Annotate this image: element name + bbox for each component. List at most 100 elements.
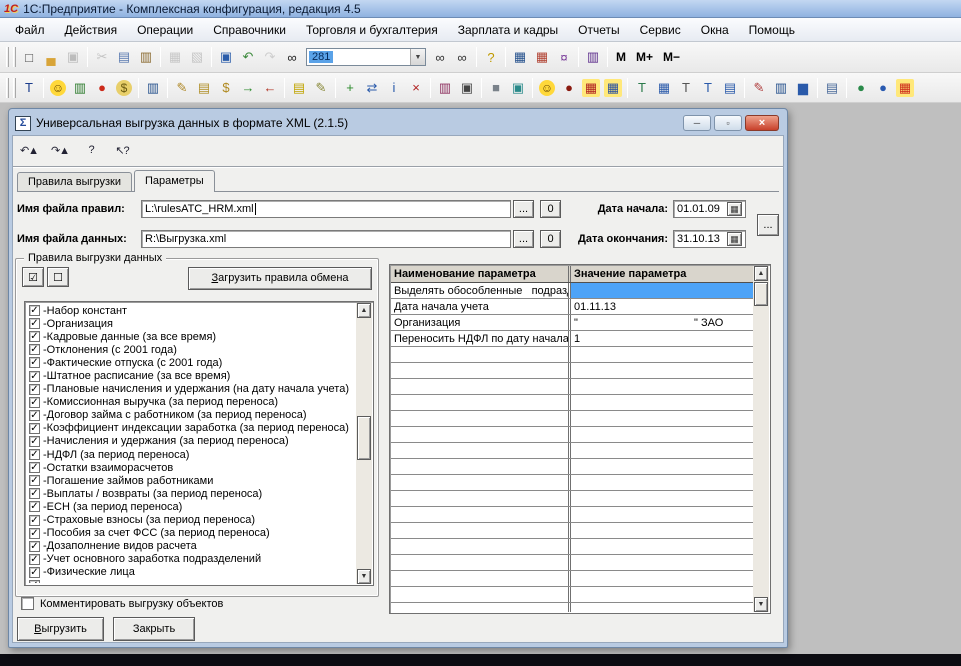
rules-list-item[interactable]: ✓-Дозаполнение видов расчета	[27, 540, 355, 553]
param-value-cell[interactable]: " " ЗАО	[571, 315, 753, 330]
rules-list-scrollbar[interactable]: ▲ ▼	[356, 303, 372, 584]
context-help-icon[interactable]: ↖?	[111, 140, 133, 160]
param-value-cell[interactable]	[571, 555, 753, 570]
param-name-cell[interactable]: Организация	[391, 315, 571, 330]
toolbar-grip[interactable]	[6, 78, 9, 98]
m-plus-button[interactable]: M+	[631, 50, 658, 64]
table-row-empty[interactable]	[391, 539, 753, 555]
calendar-accrual-icon[interactable]: ▦	[604, 79, 622, 97]
param-value-cell[interactable]	[571, 459, 753, 474]
scroll-down-icon[interactable]: ▼	[357, 569, 371, 584]
date-start-input[interactable]: 01.01.09 ▦	[673, 200, 746, 218]
find-next-icon[interactable]: ∞	[429, 46, 451, 68]
data-file-browse-button[interactable]: ...	[513, 230, 534, 248]
toolbar-grip[interactable]	[13, 47, 16, 67]
outgoing-doc-icon[interactable]: ←	[259, 77, 281, 99]
scroll-down-icon[interactable]: ▼	[754, 597, 768, 612]
combo-dropdown-button[interactable]: ▼	[410, 49, 425, 65]
table-row-empty[interactable]	[391, 347, 753, 363]
param-name-cell[interactable]	[391, 475, 571, 490]
rules-list-item[interactable]: ✓-Погашение займов работниками	[27, 474, 355, 487]
table-row-empty[interactable]	[391, 587, 753, 603]
table-row-empty[interactable]	[391, 507, 753, 523]
documents-journal-icon[interactable]: ▤	[193, 77, 215, 99]
calendar-icon[interactable]: ▦	[531, 46, 553, 68]
scroll-up-icon[interactable]: ▲	[754, 266, 768, 281]
toolbar-grip[interactable]	[6, 47, 9, 67]
menu-item[interactable]: Операции	[127, 20, 203, 40]
doc-t-icon[interactable]: T	[675, 77, 697, 99]
menu-item[interactable]: Справочники	[203, 20, 296, 40]
param-value-cell[interactable]	[571, 539, 753, 554]
tab-export-rules[interactable]: Правила выгрузки	[17, 172, 132, 191]
scrollbar-thumb[interactable]	[357, 416, 371, 460]
rules-list-item[interactable]: ✓-Начисления и удержания (за период пере…	[27, 435, 355, 448]
report-book-icon[interactable]: ▥	[434, 77, 456, 99]
rules-list-item[interactable]: ✓-Коэффициент индексации заработка (за п…	[27, 422, 355, 435]
doc-t-blue-icon[interactable]: Т	[697, 77, 719, 99]
globe-icon[interactable]: ●	[872, 77, 894, 99]
param-name-cell[interactable]	[391, 363, 571, 378]
table-row-empty[interactable]	[391, 571, 753, 587]
description-book-icon[interactable]: ▥	[582, 46, 604, 68]
param-value-cell[interactable]	[571, 347, 753, 362]
rules-list-item[interactable]: ✓-Остатки взаиморасчетов	[27, 461, 355, 474]
table-row-empty[interactable]	[391, 427, 753, 443]
scrollbar-thumb[interactable]	[754, 282, 768, 306]
param-value-cell[interactable]: 1	[571, 331, 753, 346]
menu-item[interactable]: Действия	[55, 20, 128, 40]
chart-icon[interactable]: ▆	[792, 77, 814, 99]
tab-parameters[interactable]: Параметры	[134, 170, 215, 192]
monitors-icon[interactable]: ▣	[507, 77, 529, 99]
export-button[interactable]: Выгрузить	[17, 617, 104, 641]
save-settings-icon[interactable]: ↷▲	[49, 140, 71, 160]
help-topics-icon[interactable]: ?	[80, 140, 102, 160]
rules-list-item[interactable]: ✓-Комиссионная выручка (за период перено…	[27, 396, 355, 409]
close-dialog-button[interactable]: Закрыть	[113, 617, 195, 641]
guide-icon[interactable]: Т	[18, 77, 40, 99]
param-value-cell[interactable]: 01.11.13	[571, 299, 753, 314]
transfer-employee-icon[interactable]: ⇄	[361, 77, 383, 99]
assistant-smiley-icon[interactable]: ☺	[539, 80, 555, 96]
export-doc-icon[interactable]: ▤	[288, 77, 310, 99]
param-name-cell[interactable]	[391, 555, 571, 570]
table-row-empty[interactable]	[391, 523, 753, 539]
table-row-empty[interactable]	[391, 411, 753, 427]
undo-icon[interactable]: ↶	[237, 46, 259, 68]
parameters-table-scrollbar[interactable]: ▲ ▼	[753, 266, 769, 612]
param-value-cell[interactable]	[571, 443, 753, 458]
param-name-cell[interactable]	[391, 507, 571, 522]
paste-icon[interactable]: ▥	[135, 46, 157, 68]
rules-list-item[interactable]: ✓-Фактические отпуска (с 2001 года)	[27, 356, 355, 369]
calculator-icon[interactable]: ▦	[509, 46, 531, 68]
param-value-cell[interactable]	[571, 603, 753, 612]
period-browse-button[interactable]: ...	[757, 214, 779, 236]
param-name-cell[interactable]	[391, 571, 571, 586]
edit-doc2-icon[interactable]: ✎	[310, 77, 332, 99]
param-name-cell[interactable]	[391, 491, 571, 506]
param-value-cell[interactable]	[571, 491, 753, 506]
param-name-cell[interactable]	[391, 379, 571, 394]
table-row-empty[interactable]	[391, 555, 753, 571]
load-exchange-rules-button[interactable]: Загрузить правила обмена	[188, 267, 372, 290]
uncheck-all-button[interactable]: ☐	[47, 267, 69, 287]
table-row-empty[interactable]	[391, 395, 753, 411]
param-name-cell[interactable]	[391, 523, 571, 538]
data-file-input[interactable]: R:\Выгрузка.xml	[141, 230, 511, 248]
doc-t-green-icon[interactable]: T	[631, 77, 653, 99]
param-value-cell[interactable]	[571, 587, 753, 602]
open-file-icon[interactable]: ▄	[40, 46, 62, 68]
menu-item[interactable]: Сервис	[630, 20, 691, 40]
calendar-picker-icon[interactable]: ▦	[727, 232, 742, 246]
param-value-cell[interactable]	[571, 283, 753, 298]
param-value-cell[interactable]	[571, 571, 753, 586]
m-recall-button[interactable]: M	[611, 50, 631, 64]
check-all-button[interactable]: ☑	[22, 267, 44, 287]
rules-file-browse-button[interactable]: ...	[513, 200, 534, 218]
video-help-icon[interactable]: ▣	[456, 77, 478, 99]
full-journal-icon[interactable]: ▥	[142, 77, 164, 99]
table-row-empty[interactable]	[391, 475, 753, 491]
goods-apple-icon[interactable]: ●	[91, 77, 113, 99]
menu-item[interactable]: Помощь	[739, 20, 805, 40]
rules-list-item[interactable]: ✓-Страховые взносы (за период переноса)	[27, 514, 355, 527]
